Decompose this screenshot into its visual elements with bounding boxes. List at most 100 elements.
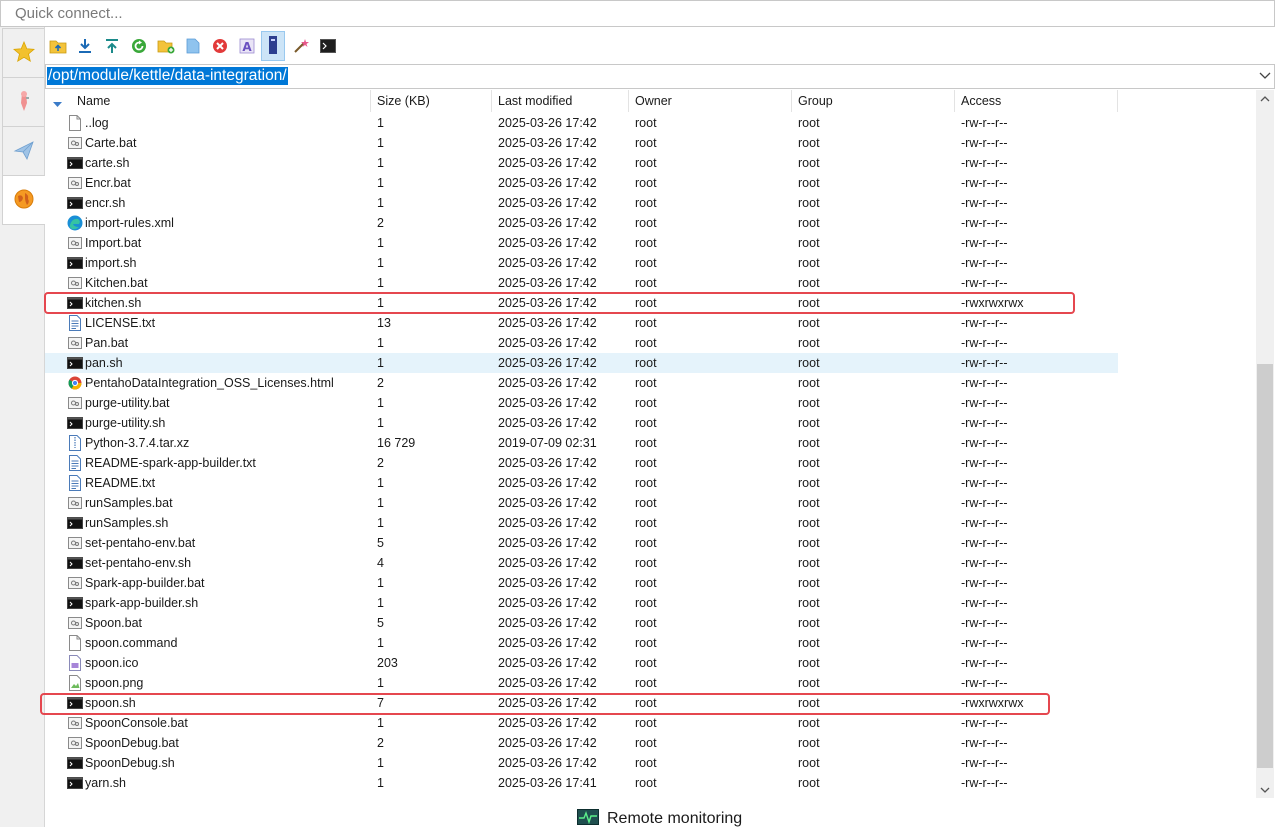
file-row[interactable]: Spoon.bat 5 2025-03-26 17:42 root root -rw-r-… xyxy=(45,613,1118,633)
torch-tab[interactable] xyxy=(2,77,44,127)
file-row[interactable]: Import.bat 1 2025-03-26 17:42 root root -rw-r… xyxy=(45,233,1118,253)
file-size: 1 xyxy=(377,396,384,410)
quick-connect-input[interactable] xyxy=(15,3,1255,23)
favorites-tab[interactable] xyxy=(2,28,44,78)
terminal-button[interactable] xyxy=(317,34,339,60)
path-bar[interactable]: /opt/module/kettle/data-integration/ xyxy=(45,64,1275,89)
terminal-icon xyxy=(320,38,336,56)
file-row[interactable]: import-rules.xml 2 2025-03-26 17:42 root roo… xyxy=(45,213,1118,233)
file-name: Spark-app-builder.bat xyxy=(85,576,205,590)
file-name: Import.bat xyxy=(85,236,142,250)
file-row[interactable]: runSamples.sh 1 2025-03-26 17:42 root root -r… xyxy=(45,513,1118,533)
file-row[interactable]: pan.sh 1 2025-03-26 17:42 root root -rw-r--r-… xyxy=(45,353,1118,373)
new-folder-button[interactable] xyxy=(155,34,177,60)
file-modified: 2025-03-26 17:42 xyxy=(498,136,597,150)
file-row[interactable]: carte.sh 1 2025-03-26 17:42 root root -rw-r--… xyxy=(45,153,1118,173)
path-input[interactable]: /opt/module/kettle/data-integration/ xyxy=(47,67,288,85)
file-name: spoon.ico xyxy=(85,656,139,670)
file-group: root xyxy=(798,556,820,570)
file-row[interactable]: Spark-app-builder.bat 1 2025-03-26 17:42 ro… xyxy=(45,573,1118,593)
scroll-up-icon[interactable] xyxy=(1256,90,1274,107)
file-row[interactable]: README-spark-app-builder.txt 2 2025-03-26 … xyxy=(45,453,1118,473)
new-file-button[interactable] xyxy=(182,34,204,60)
file-access: -rw-r--r-- xyxy=(961,216,1008,230)
chevron-down-icon[interactable] xyxy=(1258,68,1272,84)
delete-button[interactable] xyxy=(209,34,231,60)
file-row[interactable]: LICENSE.txt 13 2025-03-26 17:42 root root -rw… xyxy=(45,313,1118,333)
file-row[interactable]: kitchen.sh 1 2025-03-26 17:42 root root -rwxr… xyxy=(45,293,1118,313)
file-name: README.txt xyxy=(85,476,156,490)
file-row[interactable]: yarn.sh 1 2025-03-26 17:41 root root -rw-r--r… xyxy=(45,773,1118,793)
column-owner[interactable]: Owner xyxy=(629,90,792,112)
column-size[interactable]: Size (KB) xyxy=(371,90,492,112)
file-group: root xyxy=(798,236,820,250)
column-group[interactable]: Group xyxy=(792,90,955,112)
column-modified[interactable]: Last modified xyxy=(492,90,629,112)
file-row[interactable]: Pan.bat 1 2025-03-26 17:42 root root -rw-r--r… xyxy=(45,333,1118,353)
file-access: -rw-r--r-- xyxy=(961,116,1008,130)
batch-file-icon xyxy=(67,535,83,551)
file-group: root xyxy=(798,636,820,650)
file-row[interactable]: spark-app-builder.sh 1 2025-03-26 17:42 roo… xyxy=(45,593,1118,613)
file-row[interactable]: spoon.png 1 2025-03-26 17:42 root root -rw-r-… xyxy=(45,673,1118,693)
file-row[interactable]: README.txt 1 2025-03-26 17:42 root root -rw-r… xyxy=(45,473,1118,493)
file-row[interactable]: purge-utility.sh 1 2025-03-26 17:42 root roo… xyxy=(45,413,1118,433)
magic-wand-button[interactable] xyxy=(290,34,312,60)
file-modified: 2025-03-26 17:42 xyxy=(498,756,597,770)
file-access: -rw-r--r-- xyxy=(961,596,1008,610)
file-row[interactable]: Encr.bat 1 2025-03-26 17:42 root root -rw-r--… xyxy=(45,173,1118,193)
file-size: 2 xyxy=(377,216,384,230)
file-modified: 2025-03-26 17:42 xyxy=(498,456,597,470)
remote-monitoring[interactable]: Remote monitoring xyxy=(577,808,742,828)
file-access: -rw-r--r-- xyxy=(961,376,1008,390)
file-row[interactable]: spoon.command 1 2025-03-26 17:42 root root -r… xyxy=(45,633,1118,653)
file-row[interactable]: spoon.ico 203 2025-03-26 17:42 root root -rw-… xyxy=(45,653,1118,673)
file-row[interactable]: Kitchen.bat 1 2025-03-26 17:42 root root -rw-… xyxy=(45,273,1118,293)
file-owner: root xyxy=(635,596,657,610)
file-row[interactable]: SpoonConsole.bat 1 2025-03-26 17:42 root roo… xyxy=(45,713,1118,733)
file-access: -rw-r--r-- xyxy=(961,576,1008,590)
file-size: 2 xyxy=(377,736,384,750)
vertical-scrollbar[interactable] xyxy=(1256,90,1274,798)
send-tab[interactable] xyxy=(2,126,44,176)
file-row[interactable]: Carte.bat 1 2025-03-26 17:42 root root -rw-r-… xyxy=(45,133,1118,153)
file-row[interactable]: encr.sh 1 2025-03-26 17:42 root root -rw-r--r… xyxy=(45,193,1118,213)
file-access: -rw-r--r-- xyxy=(961,336,1008,350)
file-size: 5 xyxy=(377,616,384,630)
file-name: Kitchen.bat xyxy=(85,276,148,290)
parent-folder-button[interactable] xyxy=(47,34,69,60)
file-group: root xyxy=(798,616,820,630)
shell-script-icon xyxy=(67,155,83,171)
upload-button[interactable] xyxy=(101,34,123,60)
refresh-button[interactable] xyxy=(128,34,150,60)
file-icon xyxy=(67,635,83,651)
file-row[interactable]: PentahoDataIntegration_OSS_Licenses.html… xyxy=(45,373,1118,393)
file-size: 1 xyxy=(377,296,384,310)
column-name[interactable]: Name xyxy=(71,90,371,112)
file-modified: 2025-03-26 17:42 xyxy=(498,736,597,750)
column-access[interactable]: Access xyxy=(955,90,1118,112)
file-owner: root xyxy=(635,496,657,510)
file-owner: root xyxy=(635,436,657,450)
file-modified: 2025-03-26 17:42 xyxy=(498,556,597,570)
file-row[interactable]: purge-utility.bat 1 2025-03-26 17:42 root ro… xyxy=(45,393,1118,413)
file-row[interactable]: import.sh 1 2025-03-26 17:42 root root -rw-r-… xyxy=(45,253,1118,273)
file-access: -rw-r--r-- xyxy=(961,196,1008,210)
file-row[interactable]: Python-3.7.4.tar.xz 16 729 2019-07-09 02:3… xyxy=(45,433,1118,453)
sites-tab[interactable] xyxy=(2,175,45,225)
file-name: README-spark-app-builder.txt xyxy=(85,456,256,470)
file-row[interactable]: spoon.sh 7 2025-03-26 17:42 root root -rwxrwx… xyxy=(45,693,1118,713)
scroll-down-icon[interactable] xyxy=(1256,781,1274,798)
file-row[interactable]: SpoonDebug.bat 2 2025-03-26 17:42 root root -… xyxy=(45,733,1118,753)
rename-button[interactable]: A xyxy=(236,34,258,60)
download-button[interactable] xyxy=(74,34,96,60)
file-row[interactable]: runSamples.bat 1 2025-03-26 17:42 root root -… xyxy=(45,493,1118,513)
file-size: 203 xyxy=(377,656,398,670)
scrollbar-thumb[interactable] xyxy=(1257,364,1273,768)
file-row[interactable]: set-pentaho-env.sh 4 2025-03-26 17:42 root r… xyxy=(45,553,1118,573)
file-row[interactable]: ..log 1 2025-03-26 17:42 root root -rw-r--r-- xyxy=(45,113,1118,133)
file-name: Python-3.7.4.tar.xz xyxy=(85,436,190,450)
file-row[interactable]: set-pentaho-env.bat 5 2025-03-26 17:42 root… xyxy=(45,533,1118,553)
properties-button[interactable] xyxy=(261,31,285,61)
file-row[interactable]: SpoonDebug.sh 1 2025-03-26 17:42 root root -r… xyxy=(45,753,1118,773)
